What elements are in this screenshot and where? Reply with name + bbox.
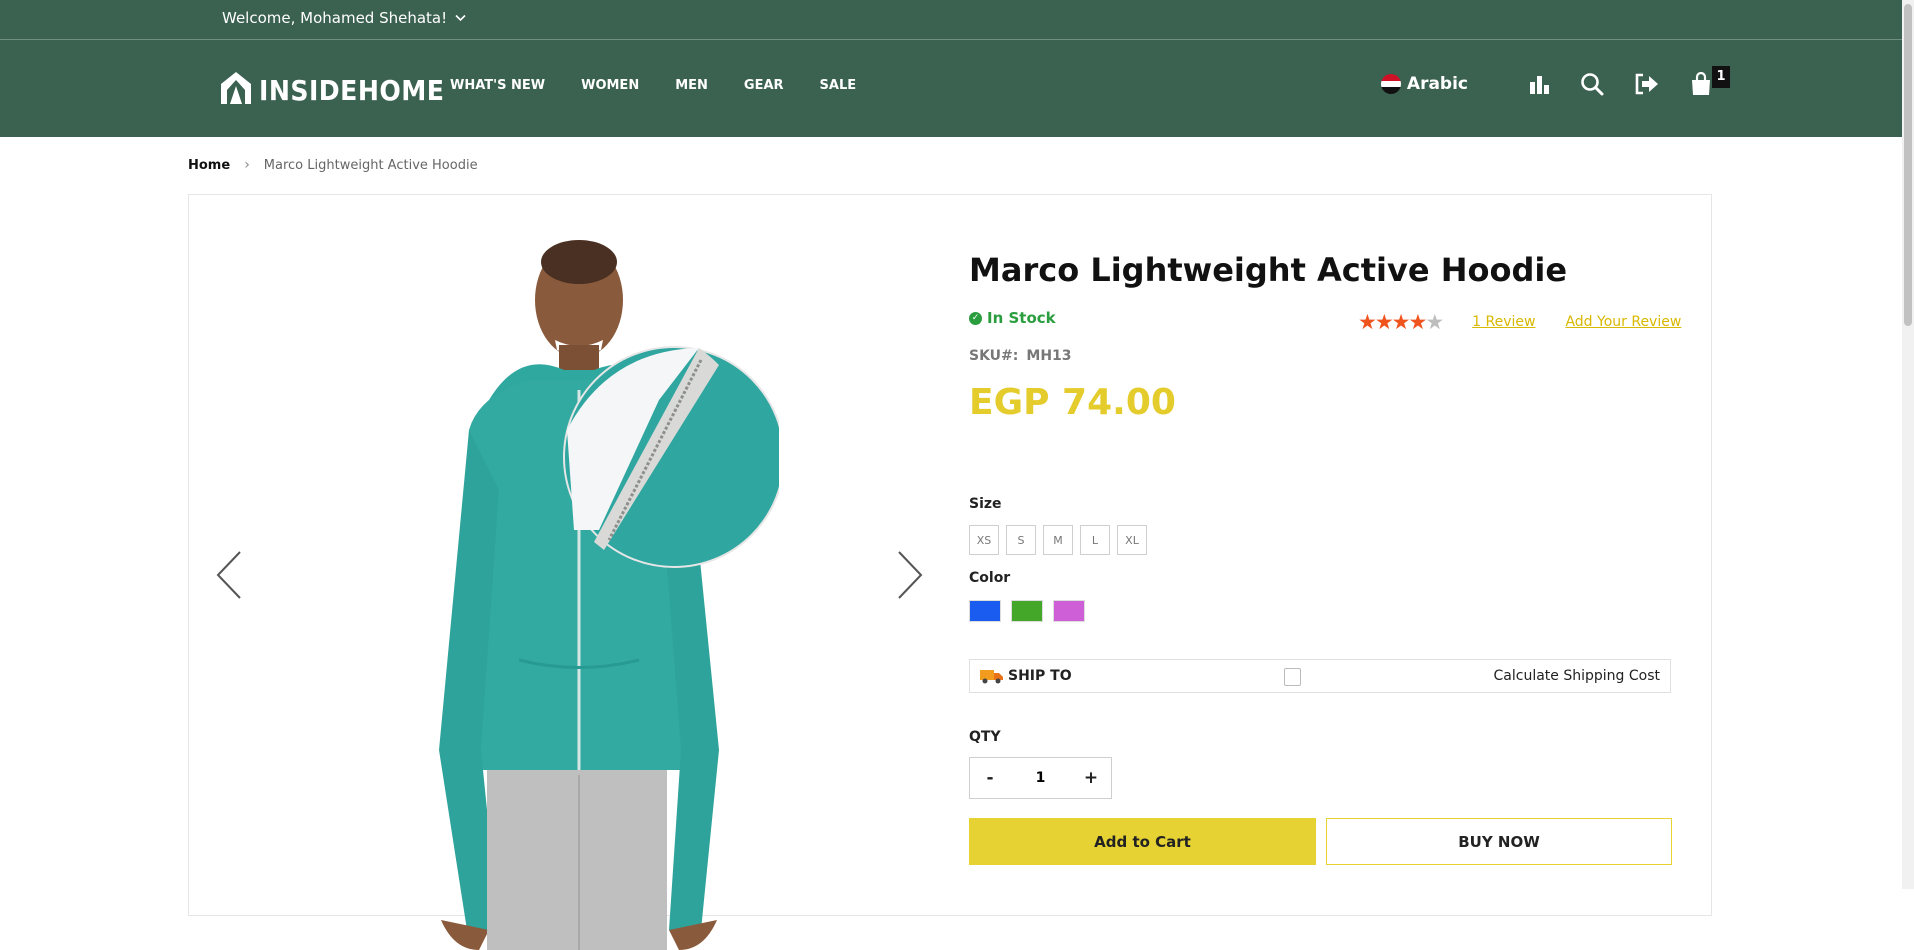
qty-increase-button[interactable]: + (1071, 768, 1111, 788)
scrollbar[interactable] (1902, 0, 1914, 889)
nav-gear[interactable]: GEAR (744, 78, 784, 93)
size-option-s[interactable]: S (1006, 525, 1036, 555)
breadcrumb-home[interactable]: Home (188, 158, 230, 173)
sku-value: MH13 (1026, 348, 1072, 364)
quantity-stepper: - + (969, 757, 1112, 799)
star-icon: ★ (1374, 310, 1394, 334)
star-icon: ★ (1425, 310, 1444, 334)
language-label: Arabic (1406, 74, 1468, 94)
product-image[interactable] (369, 230, 779, 950)
logout-icon[interactable] (1634, 72, 1660, 96)
product-card (188, 194, 1712, 950)
rating-stars: ★★★★★ (1358, 310, 1444, 334)
star-icon: ★ (1408, 310, 1427, 334)
add-review-link[interactable]: Add Your Review (1565, 314, 1681, 330)
cart-icon[interactable]: 1 (1690, 66, 1730, 96)
check-icon: ✓ (969, 311, 982, 325)
size-options: XS S M L XL (969, 525, 1147, 555)
nav-women[interactable]: WOMEN (581, 78, 639, 93)
color-label: Color (969, 570, 1011, 586)
flag-egypt-icon (1380, 74, 1401, 94)
site-header: INSIDEHOME WHAT'S NEW WOMEN MEN GEAR SAL… (0, 40, 1902, 137)
arrow-right-icon[interactable] (895, 550, 925, 600)
header-actions: Arabic 1 (1380, 66, 1730, 96)
star-icon: ★ (1391, 310, 1411, 334)
language-switcher[interactable]: Arabic (1380, 74, 1468, 94)
product-gallery (189, 195, 949, 950)
size-option-xs[interactable]: XS (969, 525, 999, 555)
welcome-text: Welcome, Mohamed Shehata! (222, 9, 448, 27)
color-options (969, 600, 1085, 622)
size-option-m[interactable]: M (1043, 525, 1073, 555)
product-title: Marco Lightweight Active Hoodie (969, 251, 1568, 289)
breadcrumb-separator-icon: › (244, 157, 250, 173)
ship-to-box[interactable]: SHIP TO Calculate Shipping Cost (969, 659, 1671, 693)
welcome-menu[interactable]: Welcome, Mohamed Shehata! (222, 9, 466, 27)
top-bar: Welcome, Mohamed Shehata! (0, 0, 1902, 40)
qty-decrease-button[interactable]: - (970, 768, 1010, 788)
nav-sale[interactable]: SALE (820, 78, 857, 93)
chevron-down-icon (455, 12, 466, 25)
arrow-left-icon[interactable] (214, 550, 244, 600)
sku-label: SKU#: (969, 348, 1019, 364)
product-price: EGP 74.00 (969, 382, 1176, 423)
stock-status: ✓ In Stock (969, 309, 1056, 327)
ship-to-label: SHIP TO (1008, 668, 1072, 684)
qty-input[interactable] (1018, 769, 1063, 787)
cart-count-badge: 1 (1712, 66, 1730, 88)
breadcrumb: Home › Marco Lightweight Active Hoodie (188, 157, 478, 173)
compare-icon[interactable] (1528, 74, 1550, 94)
color-swatch-green[interactable] (1011, 600, 1043, 622)
scrollbar-thumb[interactable] (1904, 4, 1912, 326)
site-logo[interactable]: INSIDEHOME (219, 70, 465, 110)
product-sku: SKU#: MH13 (969, 348, 1072, 364)
color-swatch-purple[interactable] (1053, 600, 1085, 622)
calculate-shipping-link[interactable]: Calculate Shipping Cost (1494, 668, 1660, 684)
logo-text: INSIDEHOME (259, 73, 445, 107)
size-option-xl[interactable]: XL (1117, 525, 1147, 555)
nav-whats-new[interactable]: WHAT'S NEW (450, 78, 545, 93)
reviews-link[interactable]: 1 Review (1472, 314, 1535, 330)
star-icon: ★ (1358, 310, 1377, 334)
size-option-l[interactable]: L (1080, 525, 1110, 555)
stock-label: In Stock (987, 309, 1056, 327)
broken-image-icon (1284, 668, 1301, 686)
color-swatch-blue[interactable] (969, 600, 1001, 622)
add-to-cart-button[interactable]: Add to Cart (969, 818, 1316, 865)
product-rating: ★★★★★ 1 Review Add Your Review (1358, 310, 1681, 334)
nav-men[interactable]: MEN (675, 78, 708, 93)
qty-label: QTY (969, 729, 1001, 745)
breadcrumb-current: Marco Lightweight Active Hoodie (263, 157, 478, 173)
truck-icon (980, 668, 1004, 684)
main-nav: WHAT'S NEW WOMEN MEN GEAR SALE (450, 78, 892, 93)
size-label: Size (969, 496, 1002, 512)
logo-icon (219, 70, 253, 110)
search-icon[interactable] (1580, 72, 1604, 96)
buy-now-button[interactable]: BUY NOW (1326, 818, 1672, 865)
